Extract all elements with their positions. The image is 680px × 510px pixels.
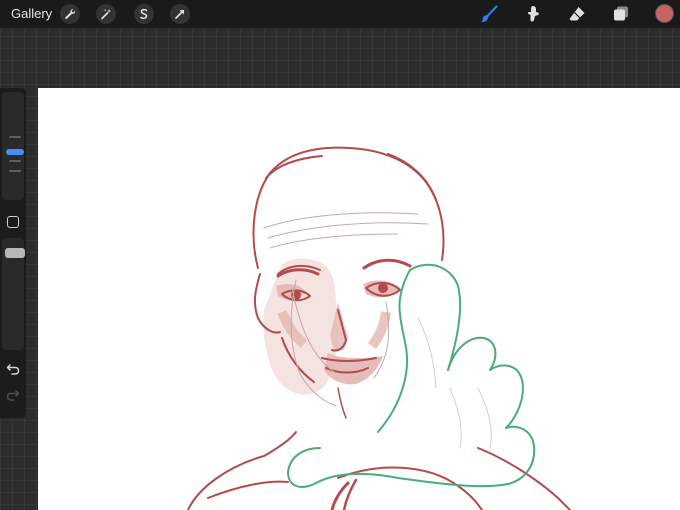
brush-size-slider[interactable] bbox=[2, 92, 24, 200]
smudge-icon[interactable] bbox=[522, 3, 544, 25]
brush-icon[interactable] bbox=[478, 3, 500, 25]
selection-icon[interactable] bbox=[134, 4, 154, 24]
opacity-thumb[interactable] bbox=[5, 248, 25, 258]
slider-tick bbox=[9, 136, 21, 138]
modify-button[interactable] bbox=[7, 216, 19, 228]
top-toolbar: Gallery bbox=[0, 0, 680, 28]
magic-wand-icon[interactable] bbox=[96, 4, 116, 24]
layers-icon[interactable] bbox=[610, 3, 632, 25]
eraser-icon[interactable] bbox=[566, 3, 588, 25]
opacity-slider[interactable] bbox=[2, 238, 25, 350]
procreate-app: Gallery bbox=[0, 0, 680, 510]
sketch-artwork bbox=[187, 146, 571, 510]
brush-size-thumb[interactable] bbox=[6, 149, 24, 155]
left-sidebar bbox=[0, 88, 26, 418]
undo-icon[interactable] bbox=[4, 360, 22, 378]
drawing-canvas[interactable] bbox=[38, 88, 680, 510]
gallery-button[interactable]: Gallery bbox=[11, 6, 52, 21]
color-picker-swatch[interactable] bbox=[655, 4, 674, 23]
transform-arrow-icon[interactable] bbox=[170, 4, 190, 24]
redo-icon[interactable] bbox=[4, 386, 22, 404]
slider-tick bbox=[9, 160, 21, 162]
slider-tick bbox=[9, 170, 21, 172]
wrench-icon[interactable] bbox=[60, 4, 80, 24]
